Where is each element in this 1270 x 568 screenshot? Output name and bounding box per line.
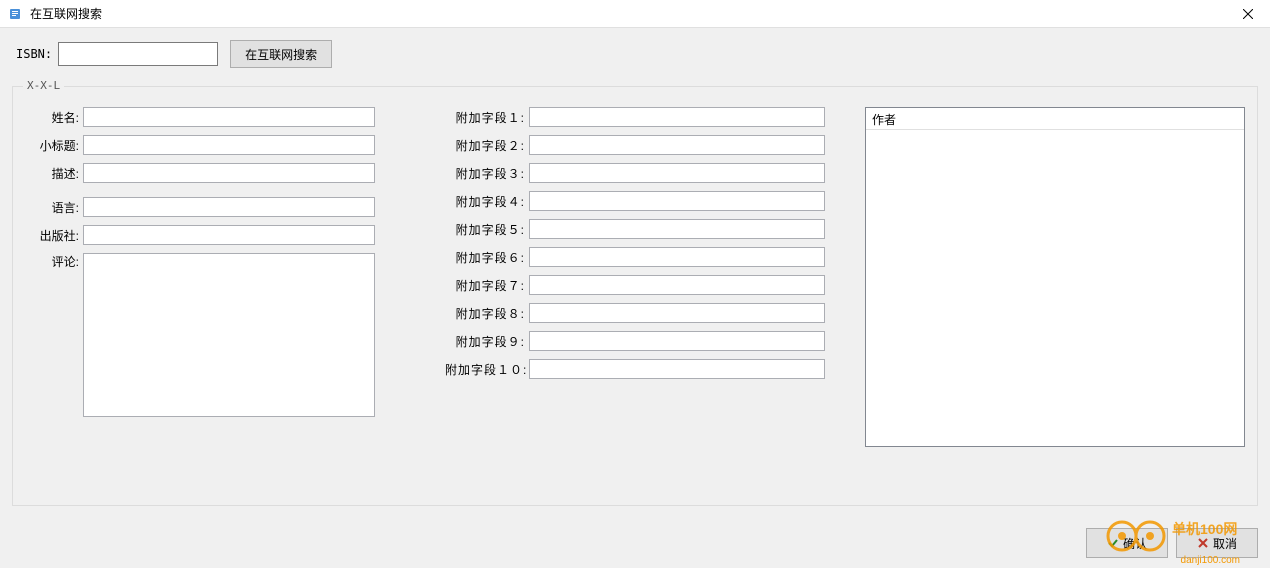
left-column: 姓名: 小标题: 描述: 语言: 出版社: [25,107,375,493]
extra-field-row-3: 附加字段３: [445,163,825,183]
close-button[interactable] [1225,0,1270,28]
extra-field-label-5: 附加字段５: [445,221,529,238]
name-input[interactable] [83,107,375,127]
titlebar: 在互联网搜索 [0,0,1270,28]
extra-field-input-9[interactable] [529,331,825,351]
extra-field-input-1[interactable] [529,107,825,127]
author-listbox[interactable]: 作者 [865,107,1245,447]
subtitle-label: 小标题: [25,137,83,154]
listbox-header: 作者 [866,108,1244,130]
mid-column: 附加字段１: 附加字段２: 附加字段３: 附加字段４: 附加字段５: 附加字段６: 附加字段… [445,107,825,493]
footer-buttons: 确认 取消 [1086,528,1258,558]
publisher-label: 出版社: [25,227,83,244]
content-area: ISBN: 在互联网搜索 X-X-L 姓名: 小标题: 描述: [0,28,1270,568]
extra-field-input-6[interactable] [529,247,825,267]
extra-field-row-1: 附加字段１: [445,107,825,127]
extra-field-input-3[interactable] [529,163,825,183]
ok-label: 确认 [1123,535,1147,552]
extra-field-label-9: 附加字段９: [445,333,529,350]
search-button[interactable]: 在互联网搜索 [230,40,332,68]
groupbox-legend: X-X-L [23,79,64,92]
extra-field-row-9: 附加字段９: [445,331,825,351]
extra-field-input-10[interactable] [529,359,825,379]
extra-field-input-7[interactable] [529,275,825,295]
ok-button[interactable]: 确认 [1086,528,1168,558]
desc-input[interactable] [83,163,375,183]
extra-field-input-2[interactable] [529,135,825,155]
comment-textarea[interactable] [83,253,375,417]
extra-field-label-10: 附加字段１０: [445,361,529,378]
extra-field-label-2: 附加字段２: [445,137,529,154]
extra-field-row-4: 附加字段４: [445,191,825,211]
extra-field-row-7: 附加字段７: [445,275,825,295]
cancel-button[interactable]: 取消 [1176,528,1258,558]
extra-field-label-4: 附加字段４: [445,193,529,210]
isbn-input[interactable] [58,42,218,66]
window-title: 在互联网搜索 [30,5,102,22]
extra-field-row-8: 附加字段８: [445,303,825,323]
extra-field-input-5[interactable] [529,219,825,239]
desc-label: 描述: [25,165,83,182]
check-icon [1107,537,1119,549]
extra-field-row-10: 附加字段１０: [445,359,825,379]
extra-field-input-4[interactable] [529,191,825,211]
extra-field-label-1: 附加字段１: [445,109,529,126]
right-column: 作者 [865,107,1245,493]
close-icon [1243,9,1253,19]
comment-label: 评论: [25,253,83,270]
cancel-icon [1197,537,1209,549]
app-icon [8,6,24,22]
extra-field-row-6: 附加字段６: [445,247,825,267]
extra-field-input-8[interactable] [529,303,825,323]
extra-field-label-3: 附加字段３: [445,165,529,182]
extra-field-row-2: 附加字段２: [445,135,825,155]
name-label: 姓名: [25,109,83,126]
details-groupbox: X-X-L 姓名: 小标题: 描述: 语言: [12,86,1258,506]
search-row: ISBN: 在互联网搜索 [12,40,1258,68]
language-label: 语言: [25,199,83,216]
isbn-label: ISBN: [16,47,52,61]
extra-field-label-6: 附加字段６: [445,249,529,266]
extra-field-row-5: 附加字段５: [445,219,825,239]
extra-field-label-7: 附加字段７: [445,277,529,294]
publisher-input[interactable] [83,225,375,245]
language-input[interactable] [83,197,375,217]
cancel-label: 取消 [1213,535,1237,552]
subtitle-input[interactable] [83,135,375,155]
extra-field-label-8: 附加字段８: [445,305,529,322]
